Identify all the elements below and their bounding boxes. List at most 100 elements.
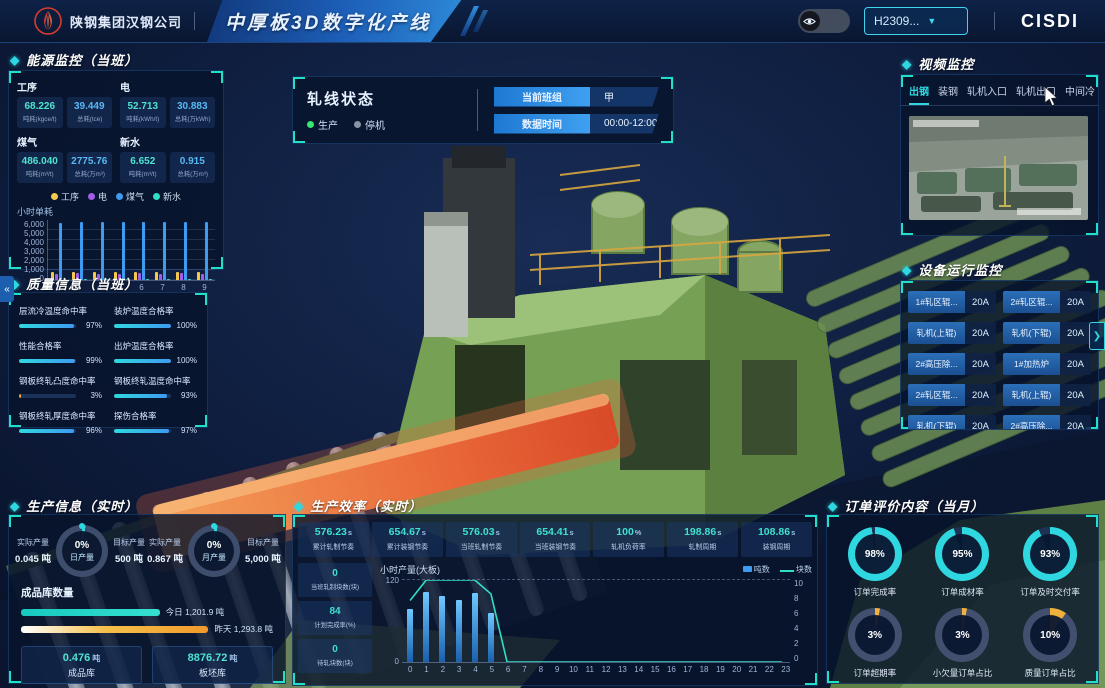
equipment-item: 2#高压除...20A	[1003, 415, 1091, 430]
efficiency-stat: 654.41s当班装钢节奏	[520, 522, 591, 557]
equipment-item: 轧机(下辊)20A	[908, 415, 996, 430]
energy-stat: 68.226吨耗(kgce/t)	[17, 97, 63, 128]
company-logo-icon	[34, 7, 62, 35]
energy-groups: 工序 68.226吨耗(kgce/t) 39.449总耗(tce) 电 52.7…	[9, 71, 223, 183]
equipment-item: 轧机(上辊)20A	[1003, 384, 1091, 406]
order-gauge: 10% 质量订单占比	[1008, 608, 1092, 679]
energy-stat: 2775.76总耗(万m³)	[67, 152, 113, 183]
donut-gauge: 0%日产量	[56, 525, 108, 577]
side-stat: 0当班轧制块数(块)	[298, 563, 372, 597]
topbar-right: H2309... ▼ CISDI	[798, 7, 1105, 35]
equipment-panel-title: ◆ 设备运行监控	[902, 260, 1002, 279]
diamond-icon: ◆	[10, 53, 20, 67]
inventory-section: 成品库数量 今日 1,201.9 吨 昨天 1,293.8 吨	[9, 577, 285, 633]
right-axis: 1086420	[790, 579, 812, 663]
quality-metric: 层流冷温度命中率97%	[19, 305, 102, 330]
energy-legend: 工序 电 煤气 新水	[9, 190, 223, 203]
donut-gauge: 0%月产量	[188, 525, 240, 577]
line-status-panel: 轧线状态 生产 停机 当前班组甲 数据时间00:00-12:00	[292, 76, 674, 144]
top-bar: 陕钢集团汉钢公司 中厚板3D数字化产线 H2309... ▼ CISDI	[0, 0, 1105, 43]
energy-stat: 6.652吨耗(m³/t)	[120, 152, 166, 183]
production-panel: 实际产量0.045 吨 0%日产量 目标产量500 吨 实际产量0.867 吨 …	[8, 514, 286, 684]
order-gauge: 93% 订单及时交付率	[1008, 527, 1092, 598]
visibility-toggle[interactable]	[798, 9, 850, 33]
slab-stock-box: 8876.72吨 板坯库	[152, 646, 273, 684]
order-gauge: 95% 订单成材率	[921, 527, 1005, 598]
diamond-icon: ◆	[902, 263, 912, 277]
efficiency-stats-row: 576.23s累计轧制节奏 654.67s累计装钢节奏 576.03s当班轧制节…	[293, 515, 817, 557]
energy-stat: 52.713吨耗(kWh/t)	[120, 97, 166, 128]
production-panel-title: ◆ 生产信息（实时）	[10, 496, 138, 515]
efficiency-stat: 576.23s累计轧制节奏	[298, 522, 369, 557]
line-status-legend: 生产 停机	[307, 117, 477, 132]
line-status-title: 轧线状态	[307, 88, 477, 109]
efficiency-side-stats: 0当班轧制块数(块) 84计划完成率(%) 0待轧块数(块)	[298, 563, 372, 674]
quality-panel: 层流冷温度命中率97% 装炉温度合格率100% 性能合格率99% 出炉温度合格率…	[8, 292, 208, 428]
orders-panel-title: ◆ 订单评价内容（当月）	[828, 496, 984, 515]
equipment-item: 1#加热炉20A	[1003, 353, 1091, 375]
diamond-icon: ◆	[10, 499, 20, 513]
vertical-divider	[477, 89, 478, 131]
quality-metric: 钢板终轧温度命中率93%	[114, 375, 197, 400]
inventory-bar-today: 今日 1,201.9 吨	[21, 608, 273, 616]
quality-metric: 装炉温度合格率100%	[114, 305, 197, 330]
quality-metric: 钢板终轧凸度命中率3%	[19, 375, 102, 400]
side-stat: 84计划完成率(%)	[298, 601, 372, 635]
quality-metric: 出炉温度合格率100%	[114, 340, 197, 365]
efficiency-stat: 108.86s装钢周期	[741, 522, 812, 557]
cisdi-logo: CISDI	[1021, 11, 1079, 32]
chevron-down-icon: ▼	[927, 16, 936, 26]
equipment-item: 2#轧区辊...20A	[1003, 291, 1091, 313]
equipment-panel: 1#轧区辊...20A 2#轧区辊...20A 轧机(上辊)20A 轧机(下辊)…	[900, 280, 1099, 430]
topbar-divider	[994, 12, 995, 30]
quality-metric: 性能合格率99%	[19, 340, 102, 365]
equipment-item: 2#高压除...20A	[908, 353, 996, 375]
tab-camera-2[interactable]: 轧机入口	[967, 83, 1007, 105]
order-gauge: 3% 订单超期率	[833, 608, 917, 679]
orders-panel: 98% 订单完成率 95% 订单成材率 93% 订单及时交付率 3% 订单超期率…	[826, 514, 1099, 684]
topbar-divider	[194, 12, 195, 30]
mouse-cursor	[1044, 86, 1062, 106]
equipment-item: 轧机(上辊)20A	[908, 322, 996, 344]
efficiency-panel-title: ◆ 生产效率（实时）	[294, 496, 422, 515]
dropdown-value: H2309...	[874, 14, 919, 28]
camera-feed[interactable]	[909, 116, 1088, 220]
inventory-bar-yesterday: 昨天 1,293.8 吨	[21, 625, 273, 633]
camera-tabs: 出钢 装钢 轧机入口 轧机出口 中间冷 电加热	[901, 75, 1098, 106]
efficiency-panel: 576.23s累计轧制节奏 654.67s累计装钢节奏 576.03s当班轧制节…	[292, 514, 818, 686]
tab-camera-0[interactable]: 出钢	[909, 83, 929, 105]
eye-icon	[800, 11, 820, 31]
daily-production-gauge: 实际产量0.045 吨 0%日产量 目标产量500 吨	[13, 525, 147, 577]
energy-stat: 486.040吨耗(m³/t)	[17, 152, 63, 183]
dashboard-root: 陕钢集团汉钢公司 中厚板3D数字化产线 H2309... ▼ CISDI ◆ 能…	[0, 0, 1105, 688]
diamond-icon: ◆	[294, 499, 304, 513]
left-axis: 1200	[380, 579, 402, 663]
shift-badge: 当前班组甲	[494, 87, 659, 107]
diamond-icon: ◆	[902, 57, 912, 71]
quality-metric: 钢板终轧厚度命中率96%	[19, 410, 102, 435]
data-time-badge: 数据时间00:00-12:00	[494, 114, 659, 134]
collapse-right-handle[interactable]: ❯	[1089, 322, 1105, 350]
energy-stat: 30.883总耗(万kWh)	[170, 97, 216, 128]
energy-stat: 0.915总耗(万m³)	[170, 152, 216, 183]
quality-panel-title: ◆ 质量信息（当班）	[10, 274, 138, 293]
equipment-item: 2#轧区辊...20A	[908, 384, 996, 406]
energy-chart-plot	[47, 220, 215, 281]
efficiency-stat: 198.86s轧制周期	[667, 522, 738, 557]
quality-metric: 探伤合格率97%	[114, 410, 197, 435]
energy-stat: 39.449总耗(tce)	[67, 97, 113, 128]
tons-line	[402, 580, 790, 662]
heat-number-dropdown[interactable]: H2309... ▼	[864, 7, 968, 35]
hour-x-axis: 01234567891011121314151617181920212223	[402, 665, 794, 674]
finished-stock-box: 0.476吨 成品库	[21, 646, 142, 684]
energy-panel-title: ◆ 能源监控（当班）	[10, 50, 138, 69]
hourly-output-chart: 小时产量(大板) 吨数 块数 1200 1086420	[380, 563, 812, 674]
tab-camera-1[interactable]: 装钢	[938, 83, 958, 105]
collapse-left-handle[interactable]: «	[0, 276, 14, 302]
video-panel: 出钢 装钢 轧机入口 轧机出口 中间冷 电加热	[900, 74, 1099, 236]
tab-camera-4[interactable]: 中间冷	[1065, 83, 1095, 105]
side-stat: 0待轧块数(块)	[298, 639, 372, 673]
page-title: 中厚板3D数字化产线	[207, 0, 461, 42]
energy-panel: 工序 68.226吨耗(kgce/t) 39.449总耗(tce) 电 52.7…	[8, 70, 224, 270]
order-gauge: 3% 小欠量订单占比	[921, 608, 1005, 679]
